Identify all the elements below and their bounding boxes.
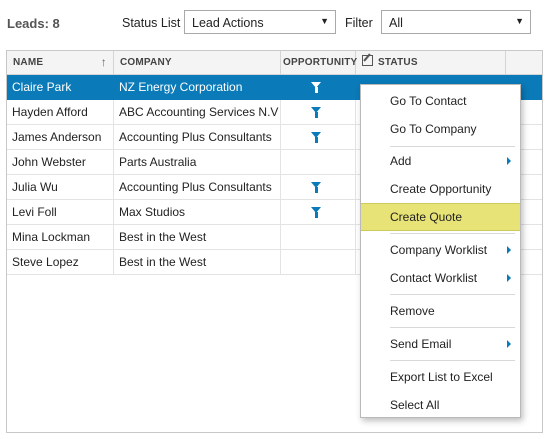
cell-opportunity	[281, 100, 356, 125]
cell-opportunity	[281, 225, 356, 250]
menu-item-contact-worklist[interactable]: Contact Worklist	[361, 264, 520, 292]
menu-item-label: Contact Worklist	[390, 271, 478, 285]
status-list-dropdown[interactable]: Lead Actions ▼	[184, 10, 336, 34]
column-header-status[interactable]: STATUS	[356, 51, 506, 74]
menu-item-send-email[interactable]: Send Email	[361, 330, 520, 358]
menu-item-company-worklist[interactable]: Company Worklist	[361, 236, 520, 264]
cell-company: Best in the West	[114, 250, 281, 275]
cell-company: Accounting Plus Consultants	[114, 175, 281, 200]
cell-company: ABC Accounting Services N.V	[114, 100, 281, 125]
cell-name: Levi Foll	[7, 200, 114, 225]
grid-header: NAME ↑ COMPANY OPPORTUNITY STATUS	[7, 51, 542, 75]
sort-ascending-icon: ↑	[100, 55, 107, 69]
edit-icon	[362, 55, 373, 66]
cell-name: Steve Lopez	[7, 250, 114, 275]
cell-opportunity	[281, 125, 356, 150]
cell-name: John Webster	[7, 150, 114, 175]
filter-dropdown[interactable]: All ▼	[381, 10, 531, 34]
menu-separator	[390, 327, 515, 328]
column-header-label: OPPORTUNITY	[283, 57, 358, 68]
menu-item-label: Add	[390, 154, 412, 168]
cell-name: Hayden Afford	[7, 100, 114, 125]
menu-item-create-opportunity[interactable]: Create Opportunity	[361, 175, 520, 203]
chevron-right-icon	[507, 157, 511, 165]
menu-separator	[390, 360, 515, 361]
cell-company: Best in the West	[114, 225, 281, 250]
cell-company: Parts Australia	[114, 150, 281, 175]
column-header-blank	[506, 51, 542, 74]
toolbar: Leads: 8 Status List Lead Actions ▼ Filt…	[0, 0, 549, 44]
chevron-down-icon: ▼	[515, 16, 524, 26]
cell-name: Claire Park	[7, 75, 114, 100]
cell-opportunity	[281, 150, 356, 175]
menu-item-label: Company Worklist	[390, 243, 488, 257]
chevron-right-icon	[507, 246, 511, 254]
cell-name: James Anderson	[7, 125, 114, 150]
menu-item-go-to-contact[interactable]: Go To Contact	[361, 87, 520, 115]
menu-separator	[390, 233, 515, 234]
status-list-value: Lead Actions	[192, 16, 264, 30]
menu-item-label: Send Email	[390, 337, 452, 351]
column-header-company[interactable]: COMPANY	[114, 51, 281, 74]
menu-item-go-to-company[interactable]: Go To Company	[361, 115, 520, 143]
menu-item-remove[interactable]: Remove	[361, 297, 520, 325]
column-header-label: NAME	[13, 57, 44, 68]
menu-item-export-list[interactable]: Export List to Excel	[361, 363, 520, 391]
column-header-label: COMPANY	[120, 57, 172, 68]
cell-opportunity	[281, 250, 356, 275]
chevron-right-icon	[507, 340, 511, 348]
status-list-label: Status List	[122, 16, 181, 30]
column-header-name[interactable]: NAME ↑	[7, 51, 114, 74]
cell-company: Max Studios	[114, 200, 281, 225]
leads-count: Leads: 8	[7, 16, 60, 31]
menu-item-select-all[interactable]: Select All	[361, 391, 520, 419]
menu-item-create-quote[interactable]: Create Quote	[361, 203, 520, 231]
cell-name: Julia Wu	[7, 175, 114, 200]
cell-opportunity	[281, 75, 356, 100]
filter-label: Filter	[345, 16, 373, 30]
cell-company: NZ Energy Corporation	[114, 75, 281, 100]
filter-value: All	[389, 16, 403, 30]
column-header-label: STATUS	[378, 57, 418, 68]
menu-item-add[interactable]: Add	[361, 147, 520, 175]
cell-company: Accounting Plus Consultants	[114, 125, 281, 150]
context-menu: Go To Contact Go To Company Add Create O…	[360, 84, 521, 418]
column-header-opportunity[interactable]: OPPORTUNITY	[281, 51, 358, 74]
chevron-down-icon: ▼	[320, 16, 329, 26]
cell-opportunity	[281, 175, 356, 200]
cell-opportunity	[281, 200, 356, 225]
chevron-right-icon	[507, 274, 511, 282]
menu-separator	[390, 294, 515, 295]
cell-name: Mina Lockman	[7, 225, 114, 250]
